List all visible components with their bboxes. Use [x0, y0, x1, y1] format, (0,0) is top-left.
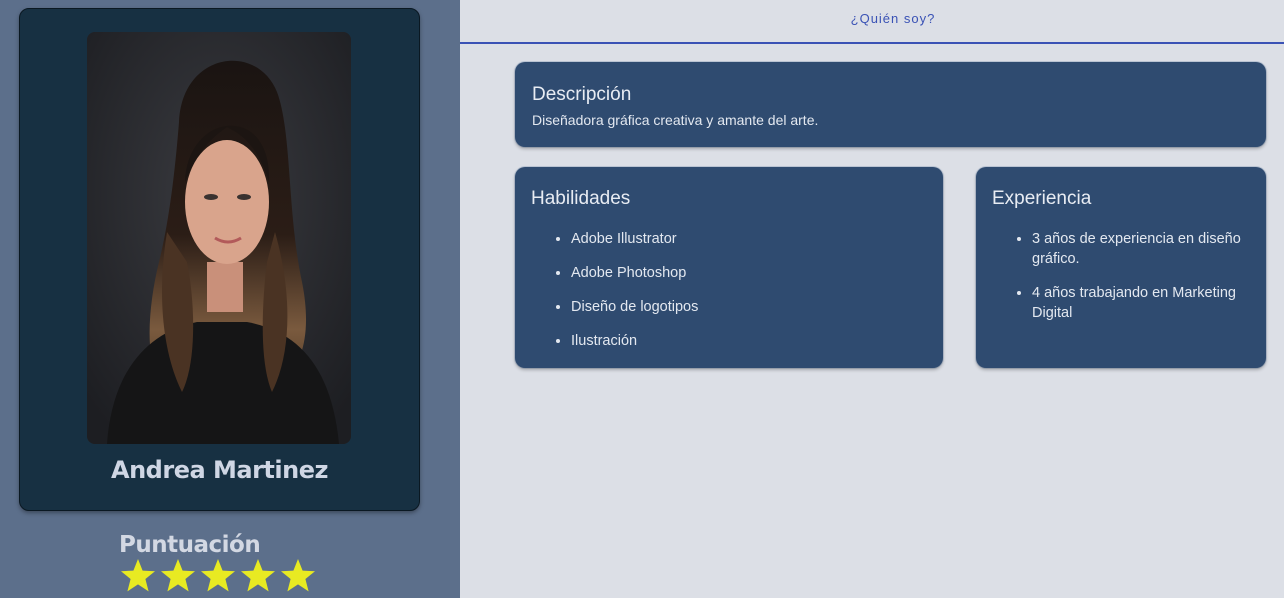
profile-photo	[87, 32, 351, 444]
list-item: 4 años trabajando en Marketing Digital	[1032, 283, 1266, 323]
header: ¿Quién soy?	[460, 0, 1284, 44]
list-item: 3 años de experiencia en diseño gráfico.	[1032, 229, 1266, 269]
rating-stars	[120, 558, 316, 594]
star-icon	[161, 559, 195, 592]
star-icon	[241, 559, 275, 592]
rating-title: Puntuación	[119, 532, 261, 558]
description-card: Descripción Diseñadora gráfica creativa …	[515, 62, 1266, 147]
list-item: Adobe Photoshop	[571, 263, 943, 283]
profile-name: Andrea Martinez	[111, 456, 328, 484]
description-text: Diseñadora gráfica creativa y amante del…	[532, 112, 819, 128]
skills-card: Habilidades Adobe Illustrator Adobe Phot…	[515, 167, 943, 368]
skills-title: Habilidades	[531, 188, 631, 209]
skills-list: Adobe Illustrator Adobe Photoshop Diseño…	[531, 229, 943, 351]
profile-card: Andrea Martinez	[19, 8, 420, 511]
experience-list: 3 años de experiencia en diseño gráfico.…	[992, 229, 1266, 323]
experience-card: Experiencia 3 años de experiencia en dis…	[976, 167, 1266, 368]
list-item: Adobe Illustrator	[571, 229, 943, 249]
tab-quien-soy[interactable]: ¿Quién soy?	[460, 11, 1284, 26]
list-item: Diseño de logotipos	[571, 297, 943, 317]
list-item: Ilustración	[571, 331, 943, 351]
experience-title: Experiencia	[992, 188, 1092, 209]
sidebar: Andrea Martinez Puntuación	[0, 0, 460, 598]
star-icon	[201, 559, 235, 592]
star-icon	[121, 559, 155, 592]
star-icon	[281, 559, 315, 592]
description-title: Descripción	[532, 84, 632, 105]
